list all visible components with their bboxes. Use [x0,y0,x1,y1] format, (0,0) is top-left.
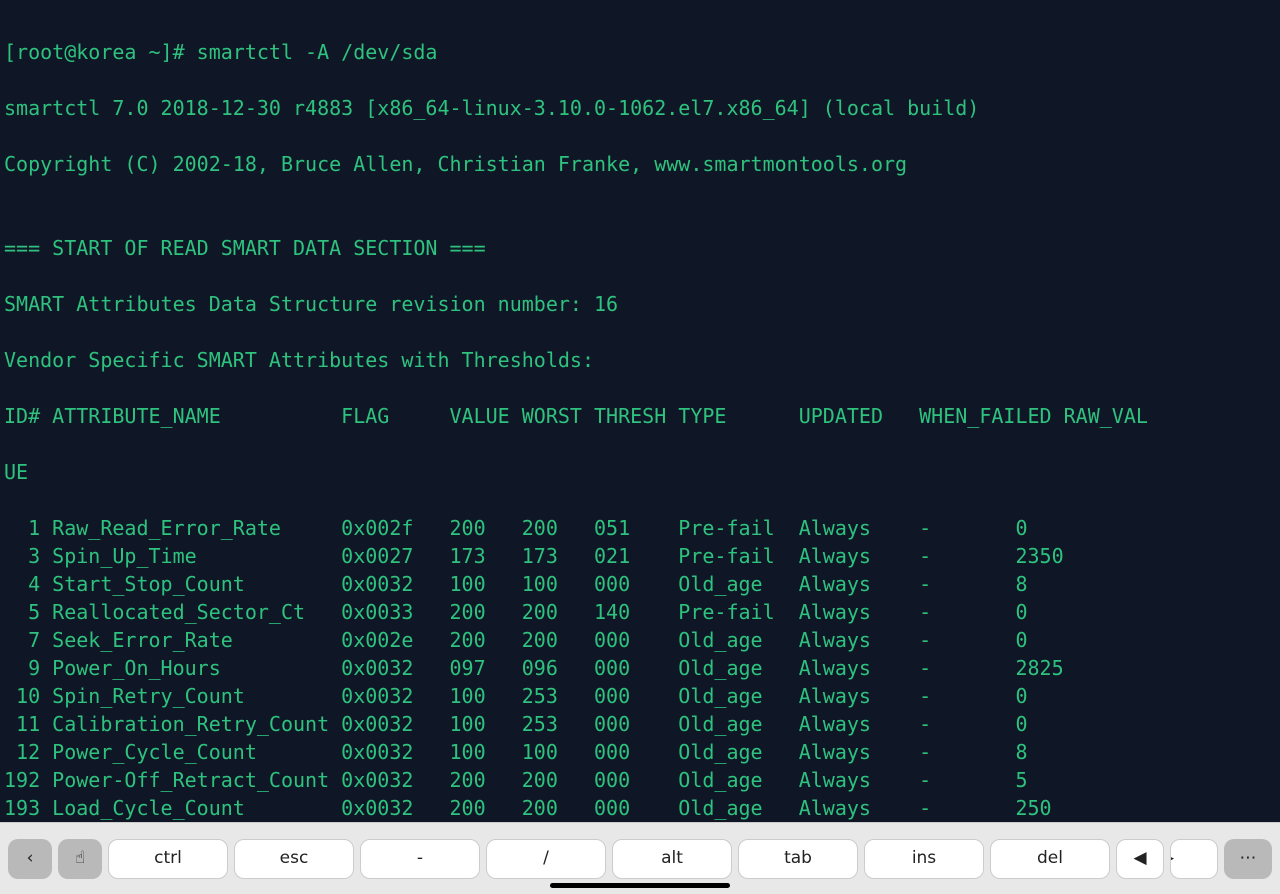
table-row: 5 Reallocated_Sector_Ct 0x0033 200 200 1… [4,598,1276,626]
tab-key[interactable]: tab [738,839,858,879]
ctrl-key[interactable]: ctrl [108,839,228,879]
prompt: [root@korea ~]# [4,40,197,64]
table-header-wrap: UE [4,458,1276,486]
more-button[interactable]: ⋯ [1224,839,1272,879]
table-row: 12 Power_Cycle_Count 0x0032 100 100 000 … [4,738,1276,766]
dash-key[interactable]: - [360,839,480,879]
back-button[interactable]: ‹ [8,839,52,879]
header-line: smartctl 7.0 2018-12-30 r4883 [x86_64-li… [4,94,1276,122]
arrow-right-key[interactable]: ▶ [1170,839,1218,879]
header-line: === START OF READ SMART DATA SECTION === [4,234,1276,262]
table-row: 7 Seek_Error_Rate 0x002e 200 200 000 Old… [4,626,1276,654]
table-row: 3 Spin_Up_Time 0x0027 173 173 021 Pre-fa… [4,542,1276,570]
terminal-output[interactable]: [root@korea ~]# smartctl -A /dev/sda sma… [0,0,1280,822]
slash-key[interactable]: / [486,839,606,879]
arrow-left-key[interactable]: ◀ [1116,839,1164,879]
alt-key[interactable]: alt [612,839,732,879]
ins-key[interactable]: ins [864,839,984,879]
table-row: 1 Raw_Read_Error_Rate 0x002f 200 200 051… [4,514,1276,542]
command: smartctl -A /dev/sda [197,40,438,64]
table-row: 192 Power-Off_Retract_Count 0x0032 200 2… [4,766,1276,794]
home-indicator [550,883,730,888]
header-line: SMART Attributes Data Structure revision… [4,290,1276,318]
table-row: 4 Start_Stop_Count 0x0032 100 100 000 Ol… [4,570,1276,598]
table-row: 10 Spin_Retry_Count 0x0032 100 253 000 O… [4,682,1276,710]
header-line: Copyright (C) 2002-18, Bruce Allen, Chri… [4,150,1276,178]
table-row: 11 Calibration_Retry_Count 0x0032 100 25… [4,710,1276,738]
table-row: 193 Load_Cycle_Count 0x0032 200 200 000 … [4,794,1276,822]
table-header: ID# ATTRIBUTE_NAME FLAG VALUE WORST THRE… [4,402,1276,430]
header-line: Vendor Specific SMART Attributes with Th… [4,346,1276,374]
table-row: 9 Power_On_Hours 0x0032 097 096 000 Old_… [4,654,1276,682]
esc-key[interactable]: esc [234,839,354,879]
touch-button[interactable]: ☝ [58,839,102,879]
del-key[interactable]: del [990,839,1110,879]
